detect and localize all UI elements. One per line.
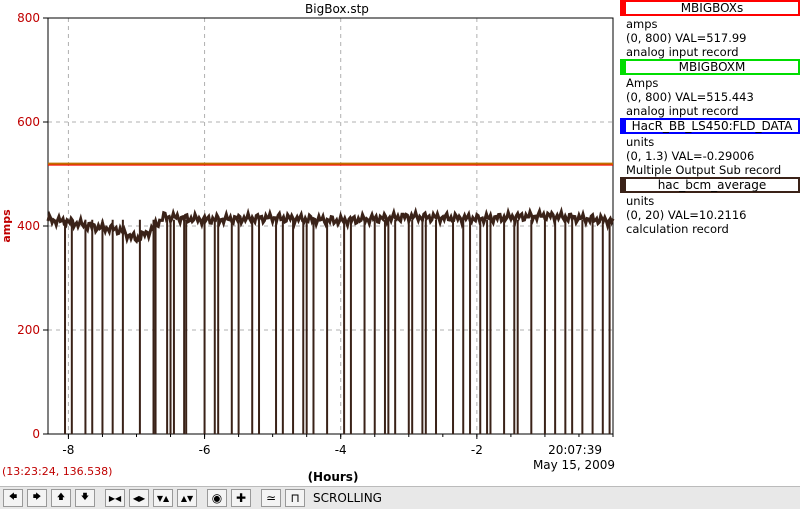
legend-units: amps <box>626 17 658 31</box>
y-tick-label: 800 <box>17 11 40 25</box>
zoom-out-x-button[interactable]: ◀▶ <box>129 489 149 507</box>
step-icon: ⊓ <box>290 491 300 505</box>
x-tick-label: -2 <box>471 443 483 457</box>
add-button[interactable]: ✚ <box>231 489 251 507</box>
legend-range-value: (0, 1.3) VAL=-0.29006 <box>626 149 755 163</box>
scroll-mode-button[interactable]: ≃ <box>261 489 281 507</box>
pan-down-button[interactable]: 🡇 <box>75 489 95 507</box>
zoom-in-y-icon: ▼▲ <box>156 493 170 503</box>
y-tick-label: 200 <box>17 323 40 337</box>
pan-up-button[interactable]: 🡅 <box>51 489 71 507</box>
strip-chart[interactable]: BigBox.stp 0 200 400 600 800 -8 -6 -4 -2 amps (… <box>0 0 618 486</box>
arrow-right-icon: 🡆 <box>32 492 42 501</box>
x-tick-label: -4 <box>335 443 347 457</box>
x-axis-ticks: -8 -6 -4 -2 <box>62 434 614 457</box>
legend-record-type: Multiple Output Sub record <box>626 163 782 177</box>
toolbar: 🡄 🡆 🡅 🡇 ▶◀ ◀▶ ▼▲ ▲▼ ◉ ✚ ≃ ⊓ SCROLLING <box>0 486 800 509</box>
y-tick-label: 600 <box>17 115 40 129</box>
legend-range-value: (0, 800) VAL=517.99 <box>626 31 747 45</box>
series-hac_bcm_average <box>46 206 615 434</box>
legend-record-type: calculation record <box>626 222 729 236</box>
zoom-in-x-icon: ▶◀ <box>108 493 122 503</box>
legend-range-value: (0, 20) VAL=10.2116 <box>626 208 747 222</box>
legend-range-value: (0, 800) VAL=515.443 <box>626 90 754 104</box>
legend-units: Amps <box>626 76 659 90</box>
zoom-out-x-icon: ◀▶ <box>132 493 146 503</box>
legend-record-type: analog input record <box>626 45 739 59</box>
legend-entry[interactable]: HacR_BB_LS450:FLD_DATA units (0, 1.3) VAL=… <box>618 118 800 177</box>
step-mode-button[interactable]: ⊓ <box>285 489 305 507</box>
chart-title: BigBox.stp <box>305 2 369 16</box>
x-tick-label: -8 <box>62 443 74 457</box>
legend-units: units <box>626 194 655 208</box>
legend-entry[interactable]: hac_bcm_average units (0, 20) VAL=10.2116 c… <box>618 177 800 236</box>
zoom-in-y-button[interactable]: ▼▲ <box>153 489 173 507</box>
arrow-left-icon: 🡄 <box>8 492 18 501</box>
legend-entry-name[interactable]: HacR_BB_LS450:FLD_DATA <box>620 118 800 134</box>
arrow-up-icon: 🡅 <box>56 492 66 501</box>
x-axis-label: (Hours) <box>308 470 359 484</box>
legend-entry[interactable]: MBIGBOXs amps (0, 800) VAL=517.99 analog in… <box>618 0 800 59</box>
mode-label: SCROLLING <box>313 491 382 505</box>
series-layer <box>46 162 615 434</box>
arrow-down-icon: 🡇 <box>80 492 90 501</box>
zoom-out-y-button[interactable]: ▲▼ <box>177 489 197 507</box>
y-tick-label: 0 <box>32 427 40 441</box>
timestamp-date: May 15, 2009 <box>533 458 615 472</box>
pan-right-button[interactable]: 🡆 <box>27 489 47 507</box>
legend-entry[interactable]: MBIGBOXM Amps (0, 800) VAL=515.443 analog i… <box>618 59 800 118</box>
cursor-readout: (13:23:24, 136.538) <box>2 465 113 478</box>
zoom-in-x-button[interactable]: ▶◀ <box>105 489 125 507</box>
x-tick-label: -6 <box>199 443 211 457</box>
legend-units: units <box>626 135 655 149</box>
pan-left-button[interactable]: 🡄 <box>3 489 23 507</box>
legend-entry-name[interactable]: hac_bcm_average <box>620 177 800 193</box>
y-tick-label: 400 <box>17 219 40 233</box>
legend-entry-name[interactable]: MBIGBOXs <box>620 0 800 16</box>
circle-icon: ◉ <box>211 491 223 505</box>
legend-entry-name[interactable]: MBIGBOXM <box>620 59 800 75</box>
plus-icon: ✚ <box>235 491 247 505</box>
wave-icon: ≃ <box>265 491 277 505</box>
y-axis-ticks: 0 200 400 600 800 <box>17 11 48 441</box>
legend-record-type: analog input record <box>626 104 739 118</box>
zoom-out-y-icon: ▲▼ <box>180 493 194 503</box>
y-axis-label: amps <box>0 209 13 243</box>
legend: MBIGBOXs amps (0, 800) VAL=517.99 analog in… <box>618 0 800 236</box>
grid <box>48 18 613 434</box>
reset-button[interactable]: ◉ <box>207 489 227 507</box>
timestamp-time: 20:07:39 <box>548 443 602 457</box>
